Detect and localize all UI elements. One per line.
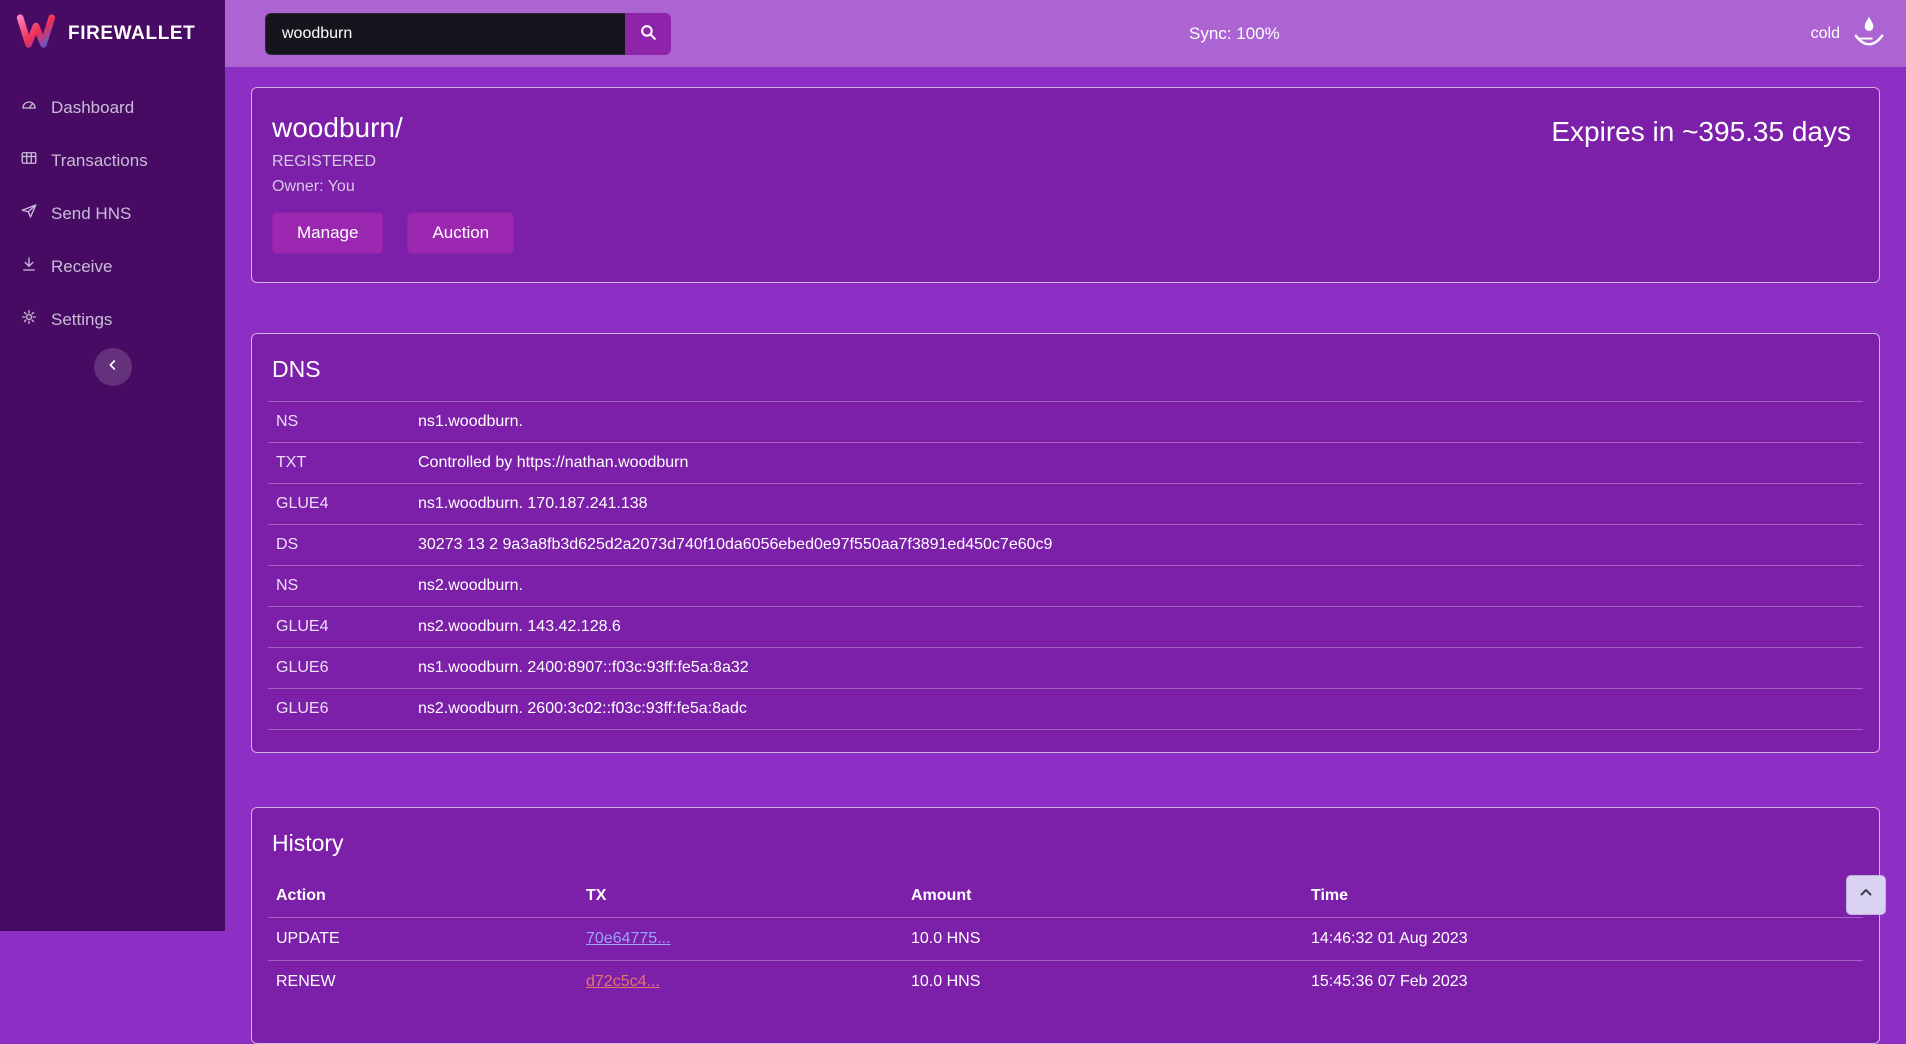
dns-record-row: GLUE4 ns1.woodburn. 170.187.241.138 xyxy=(268,483,1863,524)
history-row: RENEW d72c5c4... 10.0 HNS 15:45:36 07 Fe… xyxy=(268,960,1863,1003)
sidebar-item-settings[interactable]: Settings xyxy=(0,293,225,346)
dns-card-title: DNS xyxy=(252,356,1879,383)
history-row: UPDATE 70e64775... 10.0 HNS 14:46:32 01 … xyxy=(268,917,1863,960)
sidebar-item-label: Settings xyxy=(51,310,112,330)
dns-record-row: DS 30273 13 2 9a3a8fb3d625d2a2073d740f10… xyxy=(268,524,1863,565)
firewallet-logo-icon xyxy=(16,13,56,54)
paper-plane-icon xyxy=(20,202,38,225)
dns-record-row: GLUE6 ns2.woodburn. 2600:3c02::f03c:93ff… xyxy=(268,688,1863,729)
dns-record-value: ns2.woodburn. 2600:3c02::f03c:93ff:fe5a:… xyxy=(418,700,1855,718)
dns-table: NS ns1.woodburn. TXT Controlled by https… xyxy=(268,401,1863,730)
search-icon xyxy=(639,23,658,45)
domain-card: woodburn/ REGISTERED Owner: You Manage A… xyxy=(251,87,1880,283)
history-col-tx: TX xyxy=(586,887,911,905)
history-col-amount: Amount xyxy=(911,887,1311,905)
history-col-action: Action xyxy=(276,887,586,905)
dns-record-value: 30273 13 2 9a3a8fb3d625d2a2073d740f10da6… xyxy=(418,536,1855,554)
dns-record-type: TXT xyxy=(276,454,418,472)
search-input[interactable] xyxy=(265,13,625,55)
sidebar-item-label: Transactions xyxy=(51,151,148,171)
wallet-mode-label: cold xyxy=(1811,25,1840,43)
domain-owner: Owner: You xyxy=(272,178,1851,196)
dns-record-row: NS ns1.woodburn. xyxy=(268,401,1863,442)
brand[interactable]: FIREWALLET xyxy=(0,0,225,67)
dns-record-value: Controlled by https://nathan.woodburn xyxy=(418,454,1855,472)
history-card: History Action TX Amount Time UPDATE 70e… xyxy=(251,807,1880,1044)
dns-record-type: GLUE6 xyxy=(276,659,418,677)
table-icon xyxy=(20,149,38,172)
history-action: RENEW xyxy=(276,973,586,991)
dns-record-type: NS xyxy=(276,413,418,431)
history-time: 15:45:36 07 Feb 2023 xyxy=(1311,973,1855,991)
tx-link[interactable]: d72c5c4... xyxy=(586,973,660,990)
chevron-up-icon xyxy=(1857,884,1875,907)
dns-record-type: NS xyxy=(276,577,418,595)
sidebar-collapse-button[interactable] xyxy=(94,348,132,386)
dns-record-type: DS xyxy=(276,536,418,554)
brand-name: FIREWALLET xyxy=(68,23,195,45)
dns-record-row: TXT Controlled by https://nathan.woodbur… xyxy=(268,442,1863,483)
topbar: Sync: 100% cold xyxy=(225,0,1906,67)
history-card-title: History xyxy=(252,830,1879,857)
gear-icon xyxy=(20,308,38,331)
dns-record-value: ns2.woodburn. xyxy=(418,577,1855,595)
gauge-icon xyxy=(20,96,38,119)
dns-record-row: NS ns2.woodburn. xyxy=(268,565,1863,606)
dns-card: DNS NS ns1.woodburn. TXT Controlled by h… xyxy=(251,333,1880,753)
receive-arrow-icon xyxy=(20,255,38,278)
expires-label: Expires in ~395.35 days xyxy=(1551,116,1851,148)
dns-record-value: ns1.woodburn. 170.187.241.138 xyxy=(418,495,1855,513)
sidebar-item-transactions[interactable]: Transactions xyxy=(0,134,225,187)
dns-record-row: GLUE6 ns1.woodburn. 2400:8907::f03c:93ff… xyxy=(268,647,1863,688)
dns-record-type: GLUE6 xyxy=(276,700,418,718)
dns-record-row: GLUE4 ns2.woodburn. 143.42.128.6 xyxy=(268,606,1863,647)
dns-record-value: ns2.woodburn. 143.42.128.6 xyxy=(418,618,1855,636)
history-table: Action TX Amount Time UPDATE 70e64775...… xyxy=(268,875,1863,1003)
history-time: 14:46:32 01 Aug 2023 xyxy=(1311,930,1855,948)
auction-button[interactable]: Auction xyxy=(407,212,514,254)
history-amount: 10.0 HNS xyxy=(911,930,1311,948)
scroll-to-top-button[interactable] xyxy=(1846,875,1886,915)
wallet-mode: cold xyxy=(1811,0,1888,67)
dns-record-value: ns1.woodburn. 2400:8907::f03c:93ff:fe5a:… xyxy=(418,659,1855,677)
dns-record-type: GLUE4 xyxy=(276,495,418,513)
sidebar-nav: Dashboard Transactions Send HNS xyxy=(0,81,225,346)
dns-record-type: GLUE4 xyxy=(276,618,418,636)
hand-flame-icon[interactable] xyxy=(1850,15,1888,52)
chevron-left-icon xyxy=(105,357,121,378)
manage-button[interactable]: Manage xyxy=(272,212,383,254)
sidebar: FIREWALLET Dashboard Transactions xyxy=(0,0,225,931)
sidebar-item-send-hns[interactable]: Send HNS xyxy=(0,187,225,240)
history-header-row: Action TX Amount Time xyxy=(268,875,1863,917)
sidebar-item-label: Send HNS xyxy=(51,204,131,224)
sidebar-item-label: Receive xyxy=(51,257,112,277)
sidebar-item-receive[interactable]: Receive xyxy=(0,240,225,293)
sync-status: Sync: 100% xyxy=(1189,24,1280,44)
dns-record-value: ns1.woodburn. xyxy=(418,413,1855,431)
sidebar-item-dashboard[interactable]: Dashboard xyxy=(0,81,225,134)
sidebar-item-label: Dashboard xyxy=(51,98,134,118)
domain-status: REGISTERED xyxy=(272,153,1851,171)
search-group xyxy=(265,13,671,55)
search-button[interactable] xyxy=(625,13,671,55)
domain-actions: Manage Auction xyxy=(272,212,1851,254)
history-amount: 10.0 HNS xyxy=(911,973,1311,991)
tx-link[interactable]: 70e64775... xyxy=(586,930,671,947)
main-content: woodburn/ REGISTERED Owner: You Manage A… xyxy=(225,67,1906,1044)
history-col-time: Time xyxy=(1311,887,1855,905)
history-action: UPDATE xyxy=(276,930,586,948)
